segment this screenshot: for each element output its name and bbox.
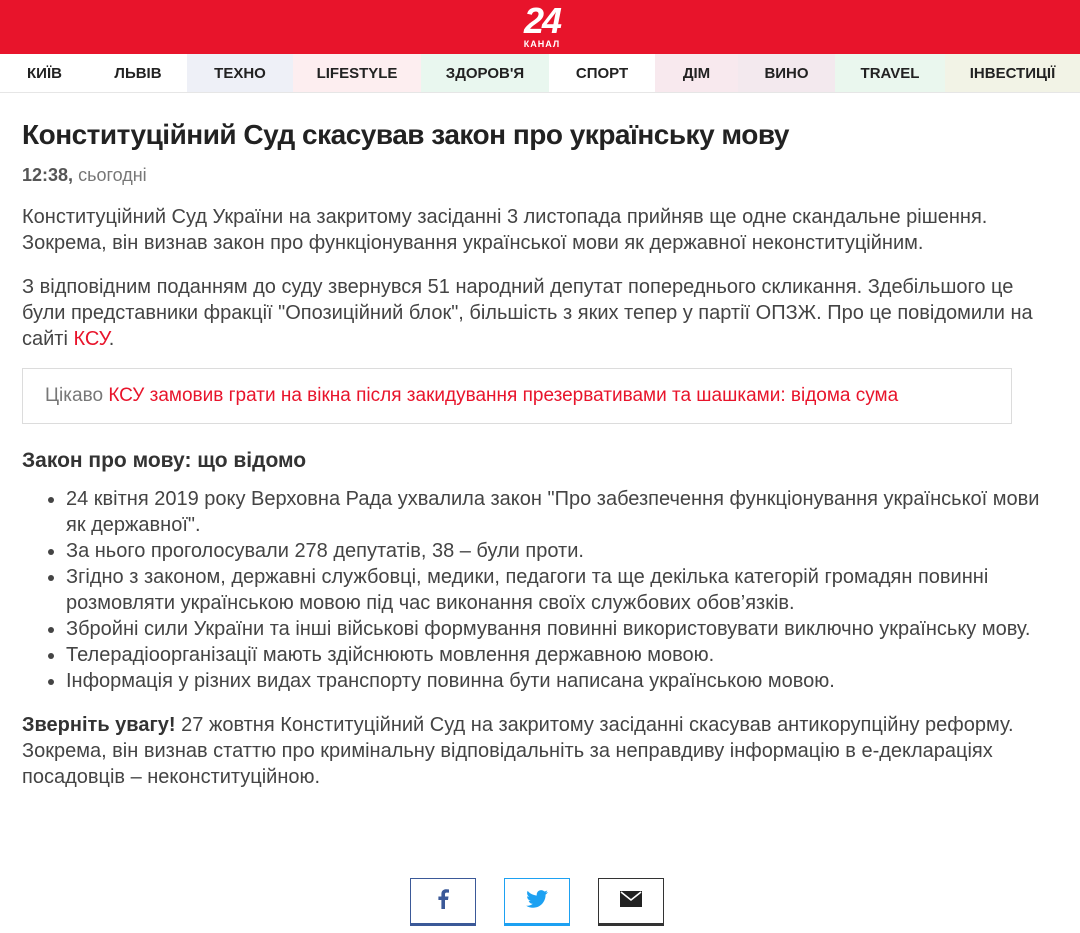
list-item: Збройні сили України та інші військові ф… xyxy=(66,616,1058,642)
email-share-button[interactable] xyxy=(598,878,664,926)
article: Конституційний Суд скасував закон про ук… xyxy=(0,93,1080,790)
nav-item[interactable]: Здоров'я xyxy=(421,54,549,92)
facebook-icon xyxy=(437,888,449,914)
site-logo[interactable]: 24 КАНАЛ xyxy=(512,3,572,51)
ksu-link[interactable]: КСУ xyxy=(73,328,108,350)
nav-item[interactable]: Київ xyxy=(0,54,89,92)
related-article-link[interactable]: КСУ замовив грати на вікна після закидув… xyxy=(108,385,898,406)
nav-item[interactable]: Львів xyxy=(89,54,187,92)
email-icon xyxy=(620,890,642,912)
logo-subtitle: КАНАЛ xyxy=(523,39,561,49)
list-item: За нього проголосували 278 депутатів, 38… xyxy=(66,538,1058,564)
nav-item[interactable]: Lifestyle xyxy=(293,54,421,92)
twitter-icon xyxy=(526,889,548,913)
related-label: Цікаво xyxy=(45,385,104,406)
section-heading: Закон про мову: що відомо xyxy=(22,449,307,472)
note-paragraph: Зверніть увагу! 27 жовтня Конституційний… xyxy=(22,712,1058,790)
paragraph-2: З відповідним поданням до суду звернувся… xyxy=(22,274,1058,352)
facts-list: 24 квітня 2019 року Верховна Рада ухвали… xyxy=(22,486,1058,694)
paragraph-2-end: . xyxy=(108,328,115,350)
nav-item[interactable]: Дім xyxy=(655,54,738,92)
related-article-box: Цікаво КСУ замовив грати на вікна після … xyxy=(22,368,1012,424)
article-title: Конституційний Суд скасував закон про ук… xyxy=(22,119,789,150)
nav-item[interactable]: Техно xyxy=(187,54,293,92)
list-item: Телерадіоорганізації мають здійснюють мо… xyxy=(66,642,1058,668)
nav-item[interactable]: Інвестиції xyxy=(945,54,1080,92)
note-bold: Зверніть увагу! xyxy=(22,714,176,736)
article-meta: 12:38, сьогодні xyxy=(22,165,1058,186)
list-item: Інформація у різних видах транспорту пов… xyxy=(66,668,1058,694)
twitter-share-button[interactable] xyxy=(504,878,570,926)
category-nav: Київ Львів Техно Lifestyle Здоров'я Спорт Дім В… xyxy=(0,54,1080,93)
nav-item[interactable]: Спорт xyxy=(549,54,655,92)
list-item: 24 квітня 2019 року Верховна Рада ухвали… xyxy=(66,486,1058,538)
facebook-share-button[interactable] xyxy=(410,878,476,926)
nav-item[interactable]: Travel xyxy=(835,54,945,92)
site-header: 24 КАНАЛ xyxy=(0,0,1080,54)
logo-number: 24 xyxy=(523,0,562,41)
publish-date: сьогодні xyxy=(78,165,147,185)
paragraph-1: Конституційний Суд України на закритому … xyxy=(22,206,988,254)
share-bar xyxy=(410,878,664,926)
publish-time: 12:38, xyxy=(22,165,74,185)
list-item: Згідно з законом, державні службовці, ме… xyxy=(66,564,1058,616)
paragraph-2-text: З відповідним поданням до суду звернувся… xyxy=(22,276,1033,350)
nav-item[interactable]: Вино xyxy=(738,54,835,92)
